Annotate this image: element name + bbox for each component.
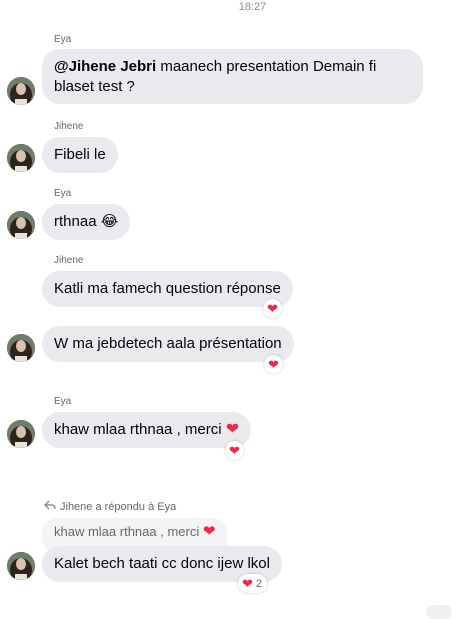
heart-reaction-icon: ❤ <box>242 576 253 591</box>
message-bubble[interactable]: khaw mlaa rthnaa , merci ❤ <box>42 412 252 448</box>
reply-header: Jihene a répondu à Eya <box>44 500 176 513</box>
reply-label: Jihene a répondu à Eya <box>60 500 177 513</box>
message-bubble[interactable]: W ma jebdetech aala présentation <box>42 326 294 362</box>
message-text: rthnaa <box>54 213 97 230</box>
scroll-to-bottom-button[interactable] <box>426 605 452 619</box>
avatar-image <box>7 77 35 105</box>
message-bubble[interactable]: @Jihene Jebri maanech presentation Demai… <box>42 49 423 104</box>
avatar-image <box>7 552 35 580</box>
laughing-emoji-icon: 😂 <box>100 213 119 230</box>
avatar-image <box>7 211 35 239</box>
message-timestamp: 18:27 <box>238 1 267 13</box>
message-text: Fibeli le <box>54 146 106 163</box>
message-text: Kalet bech taati cc donc ijew lkol <box>54 555 270 572</box>
avatar[interactable] <box>7 552 35 580</box>
quoted-text: khaw mlaa rthnaa , merci <box>54 524 200 539</box>
avatar-image <box>7 144 35 172</box>
heart-emoji-icon: ❤ <box>225 421 240 438</box>
sender-name: Eya <box>54 188 72 199</box>
reaction-count: 2 <box>255 577 263 590</box>
heart-reaction-icon[interactable]: ❤ <box>264 355 283 374</box>
message-text: W ma jebdetech aala présentation <box>54 335 282 352</box>
avatar[interactable] <box>7 211 35 239</box>
message-bubble[interactable]: rthnaa 😂 <box>42 204 131 240</box>
user-mention[interactable]: @Jihene Jebri <box>54 58 156 75</box>
heart-reaction-icon[interactable]: ❤ <box>263 299 282 318</box>
sender-name: Eya <box>54 34 72 45</box>
avatar[interactable] <box>7 420 35 448</box>
sender-name: Eya <box>54 396 72 407</box>
avatar-image <box>7 334 35 362</box>
message-text: khaw mlaa rthnaa , merci <box>54 421 222 438</box>
sender-name: Jihene <box>54 121 84 132</box>
message-bubble[interactable]: Katli ma famech question réponse <box>42 271 293 307</box>
reaction-summary[interactable]: ❤ 2 <box>238 574 268 593</box>
message-bubble[interactable]: Fibeli le <box>42 137 118 173</box>
sender-name: Jihene <box>54 255 84 266</box>
avatar[interactable] <box>7 334 35 362</box>
avatar[interactable] <box>7 144 35 172</box>
heart-emoji-icon: ❤ <box>202 523 216 540</box>
message-text: Katli ma famech question réponse <box>54 280 281 297</box>
reply-arrow-icon <box>44 500 56 513</box>
heart-reaction-icon[interactable]: ❤ <box>225 441 244 460</box>
avatar-image <box>7 420 35 448</box>
avatar[interactable] <box>7 77 35 105</box>
